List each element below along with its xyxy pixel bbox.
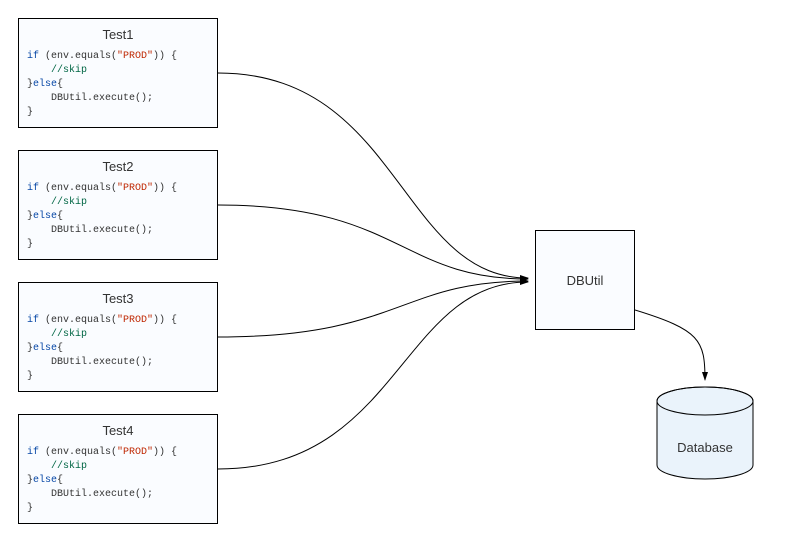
database-label: Database: [650, 440, 760, 455]
test-title: Test3: [19, 283, 217, 312]
database-cylinder: [650, 385, 760, 485]
code-block: if (env.equals("PROD")) { //skip }else{ …: [19, 444, 217, 518]
test-box-1: Test1 if (env.equals("PROD")) { //skip }…: [18, 18, 218, 128]
code-block: if (env.equals("PROD")) { //skip }else{ …: [19, 180, 217, 254]
test-title: Test2: [19, 151, 217, 180]
dbutil-box: DBUtil: [535, 230, 635, 330]
test-box-4: Test4 if (env.equals("PROD")) { //skip }…: [18, 414, 218, 524]
code-block: if (env.equals("PROD")) { //skip }else{ …: [19, 48, 217, 122]
test-box-3: Test3 if (env.equals("PROD")) { //skip }…: [18, 282, 218, 392]
arrow-dbutil-database: [635, 310, 705, 380]
arrow-test1-dbutil: [218, 73, 528, 278]
dbutil-label: DBUtil: [567, 273, 604, 288]
arrow-test3-dbutil: [218, 281, 528, 337]
arrow-test4-dbutil: [218, 282, 528, 469]
test-title: Test1: [19, 19, 217, 48]
test-title: Test4: [19, 415, 217, 444]
arrow-test2-dbutil: [218, 205, 528, 279]
code-block: if (env.equals("PROD")) { //skip }else{ …: [19, 312, 217, 386]
test-box-2: Test2 if (env.equals("PROD")) { //skip }…: [18, 150, 218, 260]
